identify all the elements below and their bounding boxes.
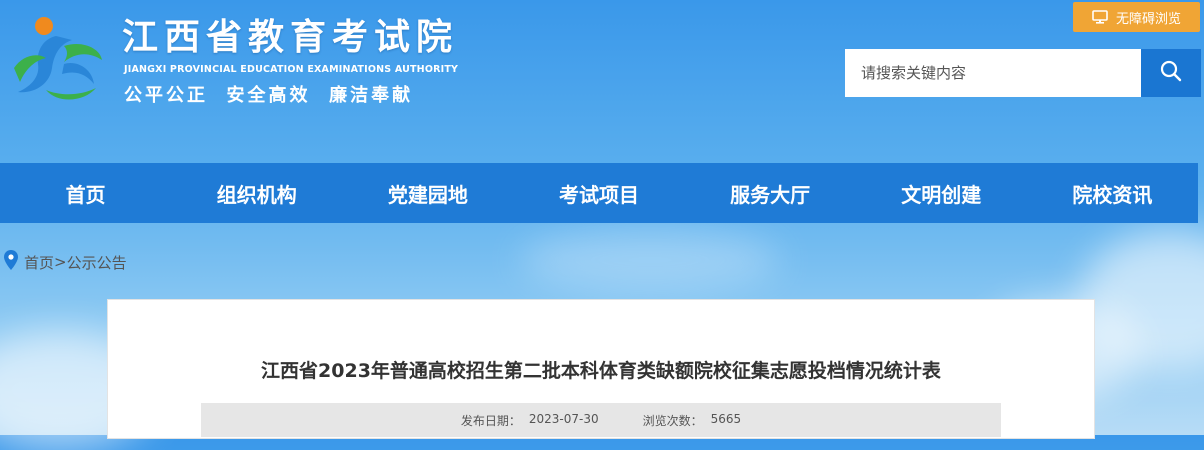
- location-pin-icon: [4, 250, 18, 274]
- publish-date-label: 发布日期：: [460, 413, 521, 428]
- nav-item-home[interactable]: 首页: [0, 163, 171, 223]
- site-slogan: 公平公正 安全高效 廉洁奉献: [124, 85, 414, 106]
- view-count: 浏览次数： 5665: [643, 412, 742, 429]
- search-input[interactable]: [845, 49, 1141, 97]
- view-count-label: 浏览次数：: [642, 413, 703, 428]
- site-title: 江西省教育考试院: [122, 17, 459, 58]
- nav-item-civilization[interactable]: 文明创建: [856, 163, 1027, 223]
- nav-item-service-hall[interactable]: 服务大厅: [685, 163, 856, 223]
- publish-date-value: 2023-07-30: [528, 411, 599, 426]
- article-panel: 江西省2023年普通高校招生第二批本科体育类缺额院校征集志愿投档情况统计表 发布…: [107, 299, 1095, 439]
- article-title: 江西省2023年普通高校招生第二批本科体育类缺额院校征集志愿投档情况统计表: [261, 360, 941, 382]
- breadcrumb-separator: >: [54, 253, 67, 271]
- nav-item-exam-projects[interactable]: 考试项目: [513, 163, 684, 223]
- site-logo-icon[interactable]: [6, 12, 106, 104]
- breadcrumb-home-link[interactable]: 首页: [24, 252, 54, 273]
- breadcrumb: 首页 > 公示公告: [4, 250, 127, 274]
- nav-item-party-building[interactable]: 党建园地: [342, 163, 513, 223]
- breadcrumb-current[interactable]: 公示公告: [67, 252, 127, 273]
- accessibility-button[interactable]: 无障碍浏览: [1073, 2, 1200, 32]
- article-meta-bar: 发布日期： 2023-07-30 浏览次数： 5665: [201, 403, 1001, 437]
- main-nav: 首页 组织机构 党建园地 考试项目 服务大厅 文明创建 院校资讯: [0, 163, 1198, 223]
- monitor-icon: [1092, 10, 1108, 24]
- search-icon: [1160, 60, 1182, 86]
- view-count-value: 5665: [710, 411, 742, 426]
- accessibility-label: 无障碍浏览: [1115, 11, 1181, 27]
- publish-date: 发布日期： 2023-07-30: [461, 412, 599, 429]
- site-subtitle: JIANGXI PROVINCIAL EDUCATION EXAMINATION…: [124, 64, 459, 75]
- search-button[interactable]: [1141, 49, 1201, 97]
- nav-item-organization[interactable]: 组织机构: [171, 163, 342, 223]
- nav-item-college-news[interactable]: 院校资讯: [1027, 163, 1198, 223]
